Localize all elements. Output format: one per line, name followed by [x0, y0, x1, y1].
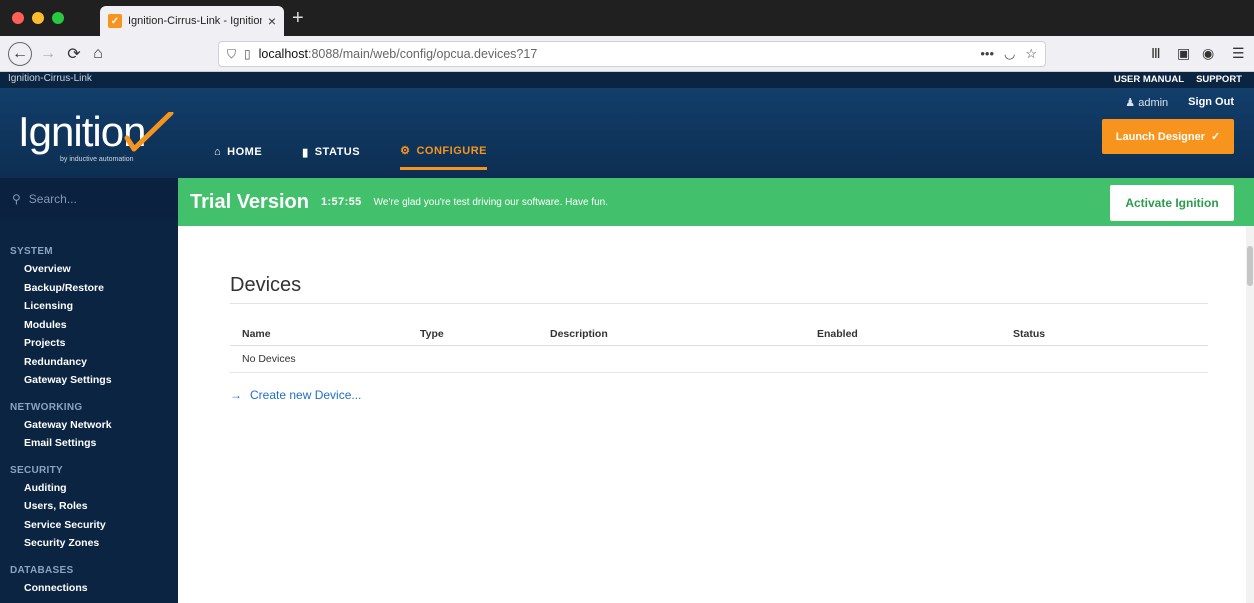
sidebar-item-backup-restore[interactable]: Backup/Restore: [24, 279, 112, 298]
devices-content: Devices Name Type Description Enabled St…: [178, 226, 1246, 603]
gear-icon: ⚙: [400, 145, 411, 157]
column-name[interactable]: Name: [242, 328, 271, 340]
config-sidebar: ⚲ Search... SYSTEM Overview Backup/Resto…: [0, 178, 178, 603]
page-title: Devices: [230, 274, 302, 296]
search-input[interactable]: ⚲ Search...: [0, 178, 178, 220]
column-type[interactable]: Type: [420, 328, 444, 340]
browser-window: ✓ Ignition-Cirrus-Link - Ignition G × + …: [0, 0, 1254, 603]
main-nav: ⌂ HOME ▮ STATUS ⚙ CONFIGURE: [214, 144, 487, 170]
title-divider: [230, 303, 1208, 304]
section-system: SYSTEM: [10, 246, 53, 257]
page-scrollbar[interactable]: [1246, 226, 1254, 603]
devices-table: Name Type Description Enabled Status No …: [230, 322, 1208, 373]
sidebar-item-gateway-network[interactable]: Gateway Network: [24, 416, 112, 435]
empty-message: No Devices: [242, 353, 296, 365]
scroll-thumb[interactable]: [1247, 246, 1253, 286]
sign-out-link[interactable]: Sign Out: [1188, 96, 1234, 109]
table-header: Name Type Description Enabled Status: [230, 322, 1208, 346]
sidebar-item-auditing[interactable]: Auditing: [24, 479, 112, 498]
ignition-logo[interactable]: Ignition by inductive automation: [18, 108, 178, 168]
user-manual-link[interactable]: USER MANUAL: [1114, 74, 1184, 85]
table-row: No Devices: [230, 346, 1208, 373]
account-icon[interactable]: ◉: [1202, 45, 1214, 62]
sidebar-item-redundancy[interactable]: Redundancy: [24, 353, 112, 372]
sidebar-item-service-security[interactable]: Service Security: [24, 516, 112, 535]
sidebar-item-users-roles[interactable]: Users, Roles: [24, 497, 112, 516]
sidebar-icon[interactable]: ▣: [1177, 45, 1190, 62]
section-networking: NETWORKING: [10, 401, 83, 413]
sidebar-item-security-zones[interactable]: Security Zones: [24, 534, 112, 553]
bar-chart-icon: ▮: [302, 146, 309, 159]
minimize-window-button[interactable]: [32, 12, 44, 24]
activate-ignition-button[interactable]: Activate Ignition: [1110, 185, 1234, 221]
gateway-header: Ignition by inductive automation ⌂ HOME ▮…: [0, 88, 1254, 178]
close-tab-icon[interactable]: ×: [268, 13, 276, 29]
sidebar-item-overview[interactable]: Overview: [24, 260, 112, 279]
page-icon: ▯: [244, 47, 251, 61]
arrow-right-icon: →: [230, 388, 242, 402]
sidebar-item-projects[interactable]: Projects: [24, 334, 112, 353]
nav-configure[interactable]: ⚙ CONFIGURE: [400, 144, 487, 170]
address-bar[interactable]: ⛉ ▯ localhost:8088/main/web/config/opcua…: [218, 41, 1046, 67]
browser-tab[interactable]: ✓ Ignition-Cirrus-Link - Ignition G ×: [100, 6, 284, 36]
user-link[interactable]: ♟ admin: [1125, 96, 1168, 109]
library-icon[interactable]: Ⅲ: [1151, 45, 1161, 62]
person-icon: ♟: [1125, 97, 1136, 109]
ignition-page: Ignition-Cirrus-Link USER MANUAL SUPPORT…: [0, 72, 1254, 603]
house-icon: ⌂: [214, 146, 222, 158]
gateway-name: Ignition-Cirrus-Link: [8, 73, 92, 84]
more-icon[interactable]: •••: [980, 46, 994, 62]
new-tab-button[interactable]: +: [292, 6, 304, 30]
menu-icon[interactable]: ☰: [1232, 45, 1245, 62]
maximize-window-button[interactable]: [52, 12, 64, 24]
user-area: ♟ admin Sign Out: [1125, 96, 1234, 109]
nav-status[interactable]: ▮ STATUS: [302, 144, 360, 170]
logo-check-icon: [124, 112, 174, 152]
trial-message: We're glad you're test driving our softw…: [373, 196, 608, 208]
column-description[interactable]: Description: [550, 328, 608, 340]
designer-check-icon: ✓: [1211, 131, 1221, 143]
sidebar-item-email-settings[interactable]: Email Settings: [24, 434, 112, 453]
ignition-favicon-icon: ✓: [108, 14, 122, 28]
trial-title: Trial Version: [190, 190, 309, 213]
navigation-bar: ← → ⟳ ⌂ ⛉ ▯ localhost:8088/main/web/conf…: [0, 36, 1254, 72]
support-link[interactable]: SUPPORT: [1196, 74, 1242, 85]
column-status[interactable]: Status: [1013, 328, 1045, 340]
tab-title: Ignition-Cirrus-Link - Ignition G: [128, 15, 262, 27]
back-button[interactable]: ←: [8, 42, 32, 66]
nav-home[interactable]: ⌂ HOME: [214, 144, 262, 170]
sidebar-item-connections[interactable]: Connections: [24, 579, 112, 598]
section-databases: DATABASES: [10, 564, 74, 576]
section-security: SECURITY: [10, 464, 63, 476]
top-strip: Ignition-Cirrus-Link USER MANUAL SUPPORT: [0, 72, 1254, 88]
sidebar-item-licensing[interactable]: Licensing: [24, 297, 112, 316]
home-button[interactable]: ⌂: [86, 42, 110, 66]
sidebar-item-modules[interactable]: Modules: [24, 316, 112, 335]
create-device-link[interactable]: → Create new Device...: [230, 388, 361, 402]
column-enabled[interactable]: Enabled: [817, 328, 858, 340]
trial-banner: Trial Version 1:57:55 We're glad you're …: [178, 178, 1254, 226]
shield-icon: ⛉: [227, 46, 237, 61]
forward-button[interactable]: →: [36, 42, 60, 66]
search-icon: ⚲: [12, 192, 21, 206]
pocket-icon[interactable]: ◡: [1004, 46, 1015, 62]
trial-timer: 1:57:55: [320, 196, 362, 208]
bookmark-star-icon[interactable]: ☆: [1025, 46, 1037, 62]
close-window-button[interactable]: [12, 12, 24, 24]
launch-designer-button[interactable]: Launch Designer ✓: [1102, 119, 1234, 154]
reload-button[interactable]: ⟳: [62, 42, 86, 66]
sidebar-item-gateway-settings[interactable]: Gateway Settings: [24, 371, 112, 390]
url-text[interactable]: localhost:8088/main/web/config/opcua.dev…: [259, 47, 981, 61]
tab-strip: ✓ Ignition-Cirrus-Link - Ignition G × +: [0, 0, 1254, 36]
